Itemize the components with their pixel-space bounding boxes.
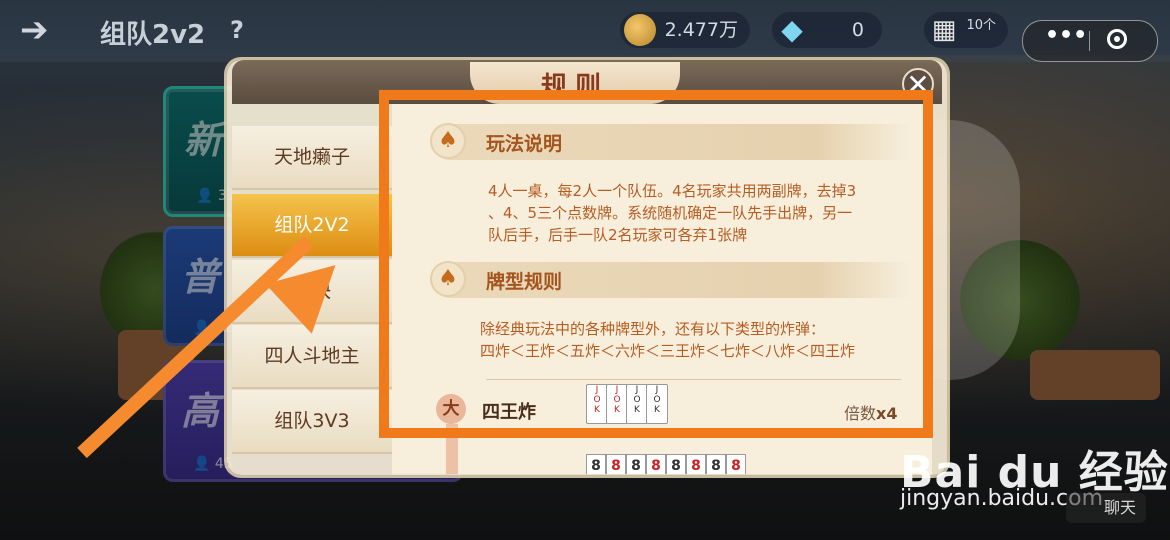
card-balance[interactable]: ▦ 10个 <box>924 12 1008 48</box>
chat-button[interactable]: 聊天 <box>1066 493 1146 523</box>
miniprogram-capsule: ••• <box>1022 20 1158 62</box>
coin-amount: 2.477万 <box>664 19 738 41</box>
playing-card: 8 <box>706 454 726 474</box>
annotation-highlight-box <box>379 90 933 438</box>
top-bar: ➔ 组队2v2 ? 2.477万 ◆ 0 ▦ 10个 ••• <box>0 0 1170 62</box>
playing-card: 8 <box>606 454 626 474</box>
tab-tiandi-laizi[interactable]: 天地癞子 <box>232 126 392 190</box>
eight-cards-image: 8 8 8 8 8 8 8 8 <box>586 454 756 474</box>
playing-card: 8 <box>666 454 686 474</box>
playing-card: 8 <box>686 454 706 474</box>
page-title: 组队2v2 <box>100 20 206 50</box>
diamond-icon: ◆ <box>781 13 803 46</box>
back-arrow-icon[interactable]: ➔ <box>20 10 66 50</box>
help-button[interactable]: ? <box>230 16 244 44</box>
capsule-divider <box>1089 31 1090 51</box>
close-target-icon[interactable] <box>1107 29 1127 49</box>
playing-card: 8 <box>586 454 606 474</box>
card-amount: 10个 <box>966 18 996 33</box>
playing-card: 8 <box>626 454 646 474</box>
card-icon: ▦ <box>931 15 957 45</box>
gem-amount: 0 <box>851 19 864 41</box>
coin-icon <box>624 14 656 46</box>
coin-balance[interactable]: 2.477万 <box>620 12 750 48</box>
gem-balance[interactable]: ◆ 0 <box>772 12 882 48</box>
tab-team-3v3[interactable]: 组队3V3 <box>232 390 392 454</box>
more-dots-icon[interactable]: ••• <box>1045 23 1087 48</box>
playing-card: 8 <box>646 454 666 474</box>
playing-card: 8 <box>726 454 746 474</box>
tab-four-player[interactable]: 四人斗地主 <box>232 325 392 389</box>
